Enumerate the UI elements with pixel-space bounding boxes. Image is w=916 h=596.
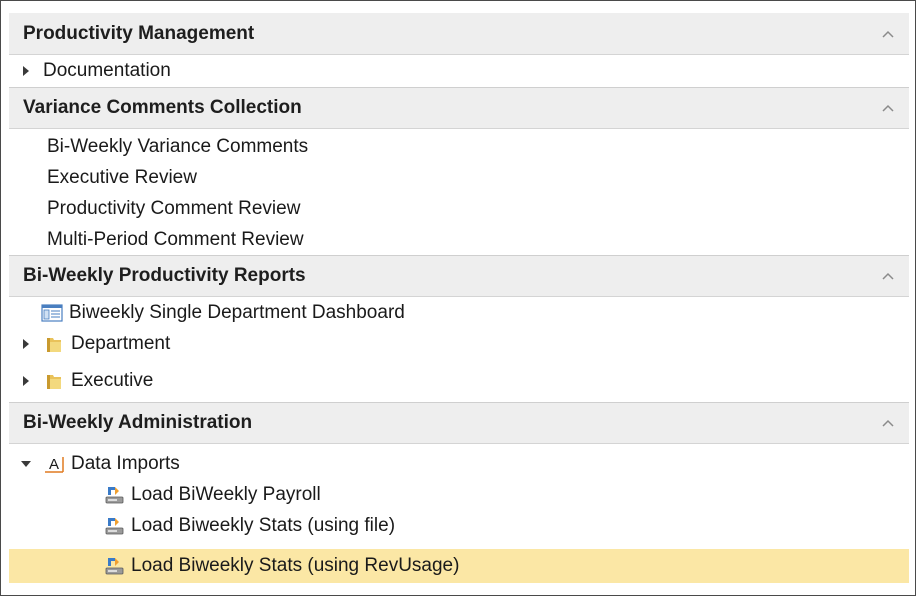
tree-item-label: Department — [71, 332, 171, 354]
tree-item-load-biweekly-stats-revusage[interactable]: Load Biweekly Stats (using RevUsage) — [9, 549, 909, 583]
section-title: Productivity Management — [23, 22, 255, 44]
section-title: Bi-Weekly Productivity Reports — [23, 265, 306, 286]
list-item-label: Multi-Period Comment Review — [47, 228, 304, 250]
load-import-icon — [103, 555, 125, 577]
section-header-biweekly-administration[interactable]: Bi-Weekly Administration — [9, 402, 909, 444]
load-import-icon — [103, 515, 125, 537]
triangle-right-icon[interactable] — [19, 337, 33, 351]
list-item-productivity-comment-review[interactable]: Productivity Comment Review — [9, 193, 909, 224]
tree-item-department[interactable]: Department — [9, 328, 909, 359]
tree-item-single-department-dashboard[interactable]: Biweekly Single Department Dashboard — [9, 297, 909, 328]
list-item-label: Productivity Comment Review — [47, 197, 301, 219]
section-title: Variance Comments Collection — [23, 97, 302, 118]
tree-item-data-imports[interactable]: A Data Imports — [9, 448, 909, 479]
tree-item-load-biweekly-payroll[interactable]: Load BiWeekly Payroll — [9, 479, 909, 510]
tree-item-label: Load Biweekly Stats (using RevUsage) — [131, 555, 460, 576]
tree-item-label: Load Biweekly Stats (using file) — [131, 514, 396, 536]
tree-item-label: Biweekly Single Department Dashboard — [69, 301, 405, 323]
triangle-right-icon[interactable] — [19, 374, 33, 388]
chevron-up-icon[interactable] — [879, 414, 897, 432]
tree-item-executive[interactable]: Executive — [9, 365, 909, 396]
list-item-label: Executive Review — [47, 166, 197, 188]
chevron-up-icon[interactable] — [879, 25, 897, 43]
chevron-up-icon[interactable] — [879, 267, 897, 285]
list-item-biweekly-variance-comments[interactable]: Bi-Weekly Variance Comments — [9, 131, 909, 162]
tree-item-label: Executive — [71, 369, 154, 391]
navigation-list: Productivity Management Documentation Va… — [9, 13, 909, 583]
list-item-multi-period-comment-review[interactable]: Multi-Period Comment Review — [9, 224, 909, 255]
tree-item-label: Load BiWeekly Payroll — [131, 483, 321, 505]
triangle-right-icon[interactable] — [19, 64, 33, 78]
tree-item-label: Documentation — [43, 59, 171, 81]
triangle-down-icon[interactable] — [19, 457, 33, 471]
svg-text:A: A — [49, 456, 59, 473]
tree-item-label: Data Imports — [71, 452, 180, 474]
navigation-panel: Productivity Management Documentation Va… — [0, 0, 916, 596]
section-title: Bi-Weekly Administration — [23, 412, 253, 433]
chevron-up-icon[interactable] — [879, 99, 897, 117]
folder-icon — [43, 333, 65, 355]
list-item-label: Bi-Weekly Variance Comments — [47, 135, 309, 157]
data-imports-icon: A — [43, 453, 65, 475]
folder-icon — [43, 370, 65, 392]
dashboard-icon — [41, 302, 63, 324]
tree-item-load-biweekly-stats-file[interactable]: Load Biweekly Stats (using file) — [9, 510, 909, 541]
section-header-productivity-management[interactable]: Productivity Management — [9, 13, 909, 55]
load-import-icon — [103, 484, 125, 506]
section-header-variance-comments[interactable]: Variance Comments Collection — [9, 87, 909, 129]
list-item-executive-review[interactable]: Executive Review — [9, 162, 909, 193]
tree-item-documentation[interactable]: Documentation — [9, 55, 909, 86]
section-header-productivity-reports[interactable]: Bi-Weekly Productivity Reports — [9, 255, 909, 297]
